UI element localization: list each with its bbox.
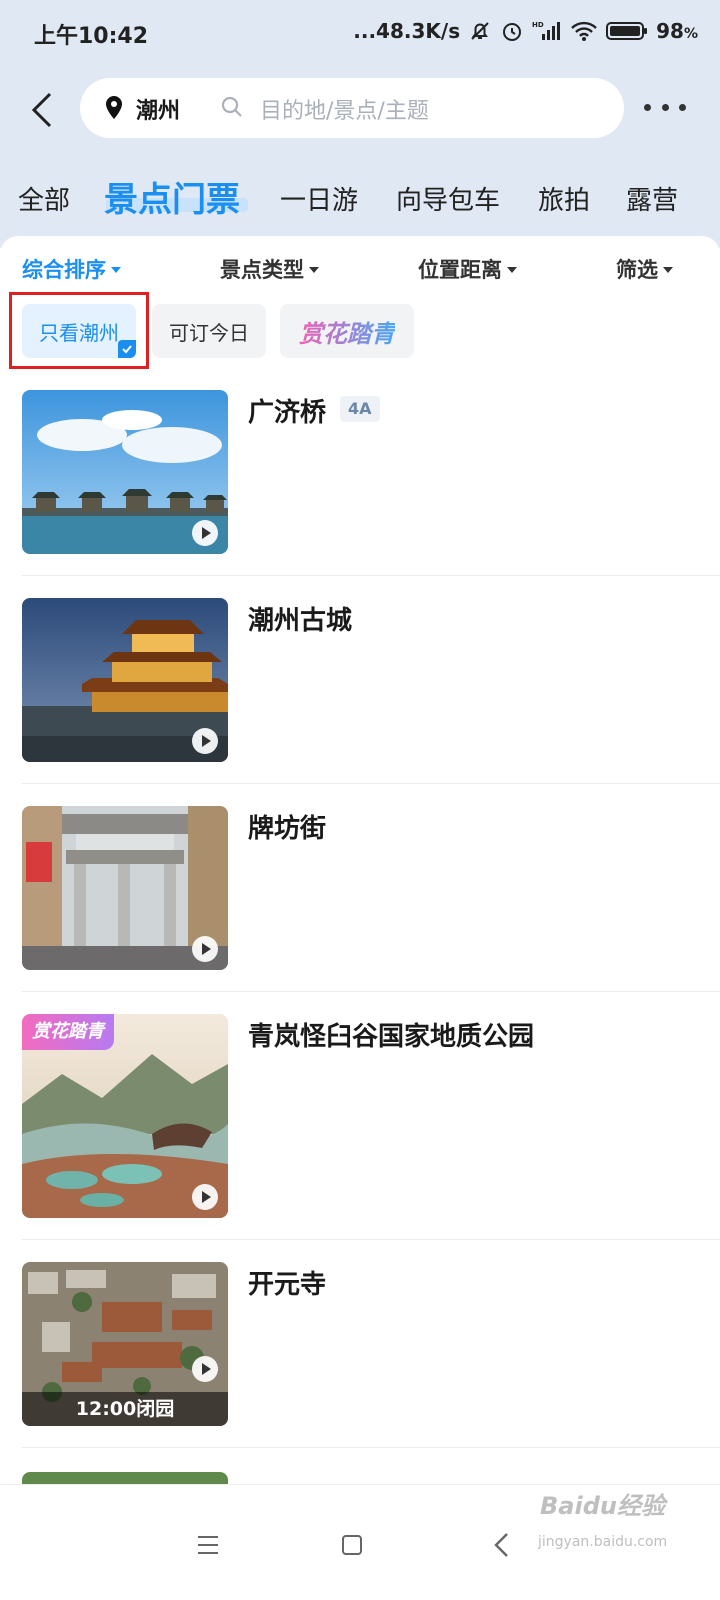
back-button[interactable] (22, 86, 62, 134)
hd-signal-icon: HD (532, 19, 562, 43)
caret-down-icon (309, 267, 319, 273)
attraction-thumbnail: 赏花踏青 (22, 1014, 228, 1218)
back-chevron-icon (31, 92, 52, 128)
status-bar: 上午10:42 ...48.3K/s HD 98% (0, 0, 720, 64)
system-back-button[interactable] (482, 1525, 522, 1565)
quick-filter-chips: 只看潮州 可订今日 赏花踏青 (0, 292, 720, 372)
back-chevron-icon (494, 1533, 508, 1557)
play-video-button[interactable] (192, 728, 218, 754)
play-icon (202, 527, 211, 539)
list-item[interactable]: 广济桥 4A (22, 368, 720, 576)
battery-icon (606, 20, 648, 42)
city-selector[interactable]: 潮州 (136, 93, 180, 125)
promo-tag: 赏花踏青 (22, 1014, 114, 1050)
tab-travel-photo[interactable]: 旅拍 (538, 180, 590, 217)
play-video-button[interactable] (192, 1184, 218, 1210)
filter-attraction-type[interactable]: 景点类型 (220, 254, 319, 284)
location-pin-icon (104, 95, 124, 125)
attraction-thumbnail (22, 806, 228, 970)
home-button[interactable] (332, 1525, 372, 1565)
list-item[interactable]: 潮州古城 (22, 576, 720, 784)
category-tabs: 全部 景点门票 一日游 向导包车 旅拍 露营 (0, 168, 720, 228)
tab-day-tour[interactable]: 一日游 (280, 180, 358, 217)
closing-time-banner: 12:00闭园 (22, 1392, 228, 1426)
search-bar[interactable]: 潮州 目的地/景点/主题 (80, 78, 624, 138)
more-options-button[interactable] (640, 94, 690, 120)
filter-location-distance[interactable]: 位置距离 (418, 254, 517, 284)
list-item[interactable]: 牌坊街 (22, 784, 720, 992)
caret-down-icon (507, 267, 517, 273)
tab-guide-charter[interactable]: 向导包车 (396, 180, 500, 217)
sort-label: 位置距离 (418, 258, 502, 282)
checkmark-icon (118, 340, 136, 358)
attraction-thumbnail: 12:00闭园 (22, 1262, 228, 1426)
attraction-name: 开元寺 (248, 1270, 327, 1300)
sort-comprehensive[interactable]: 综合排序 (22, 254, 121, 284)
watermark-logo: Baidu经验 (540, 1492, 665, 1520)
mute-bell-icon (468, 19, 492, 43)
status-time: 上午10:42 (34, 24, 149, 49)
content-panel: 综合排序 景点类型 位置距离 筛选 只看潮州 可订今日 赏花踏青 广济桥 4A … (0, 236, 720, 1508)
dot (644, 103, 651, 111)
search-input[interactable]: 目的地/景点/主题 (260, 93, 429, 125)
wifi-icon (570, 19, 598, 43)
dot (661, 103, 669, 111)
caret-down-icon (663, 267, 673, 273)
tab-all[interactable]: 全部 (18, 180, 70, 217)
list-item[interactable]: 赏花踏青 青岚怪臼谷国家地质公园 (22, 992, 720, 1240)
play-icon (202, 1191, 211, 1203)
sort-filter-bar: 综合排序 景点类型 位置距离 筛选 (0, 254, 720, 294)
network-speed: ...48.3K/s (353, 19, 461, 43)
attraction-thumbnail (22, 598, 228, 762)
attraction-name: 青岚怪臼谷国家地质公园 (248, 1022, 535, 1052)
filter-more[interactable]: 筛选 (616, 254, 673, 284)
dot (679, 103, 686, 111)
status-icons: ...48.3K/s HD 98% (353, 16, 698, 46)
home-square-icon (342, 1535, 362, 1555)
sort-label: 景点类型 (220, 258, 304, 282)
caret-down-icon (111, 267, 121, 273)
attraction-name: 牌坊街 (248, 814, 327, 844)
attraction-name: 潮州古城 (248, 606, 353, 636)
svg-text:HD: HD (532, 21, 544, 29)
watermark-url: jingyan.baidu.com (538, 1534, 668, 1550)
battery-level: 98% (656, 19, 698, 43)
play-icon (202, 1363, 211, 1375)
chip-label: 只看潮州 (39, 320, 119, 345)
play-video-button[interactable] (192, 520, 218, 546)
search-icon (220, 95, 244, 123)
play-icon (202, 735, 211, 747)
sort-label: 筛选 (616, 258, 658, 282)
alarm-icon (500, 19, 524, 43)
sort-label: 综合排序 (22, 258, 106, 282)
tab-attraction-tickets[interactable]: 景点门票 (104, 172, 240, 221)
menu-button[interactable] (188, 1525, 228, 1565)
attraction-thumbnail (22, 390, 228, 554)
chip-label: 可订今日 (169, 320, 249, 345)
play-video-button[interactable] (192, 1356, 218, 1382)
menu-icon (198, 1536, 218, 1554)
attraction-name: 广济桥 (248, 398, 327, 428)
chip-only-chaozhou[interactable]: 只看潮州 (22, 304, 136, 358)
list-item[interactable]: 12:00闭园 开元寺 (22, 1240, 720, 1448)
tab-camping[interactable]: 露营 (626, 180, 678, 217)
chip-bookable-today[interactable]: 可订今日 (152, 304, 266, 358)
chip-label: 赏花踏青 (299, 314, 395, 349)
play-video-button[interactable] (192, 936, 218, 962)
grade-badge: 4A (340, 396, 380, 422)
play-icon (202, 943, 211, 955)
chip-flower-spring[interactable]: 赏花踏青 (280, 304, 414, 358)
